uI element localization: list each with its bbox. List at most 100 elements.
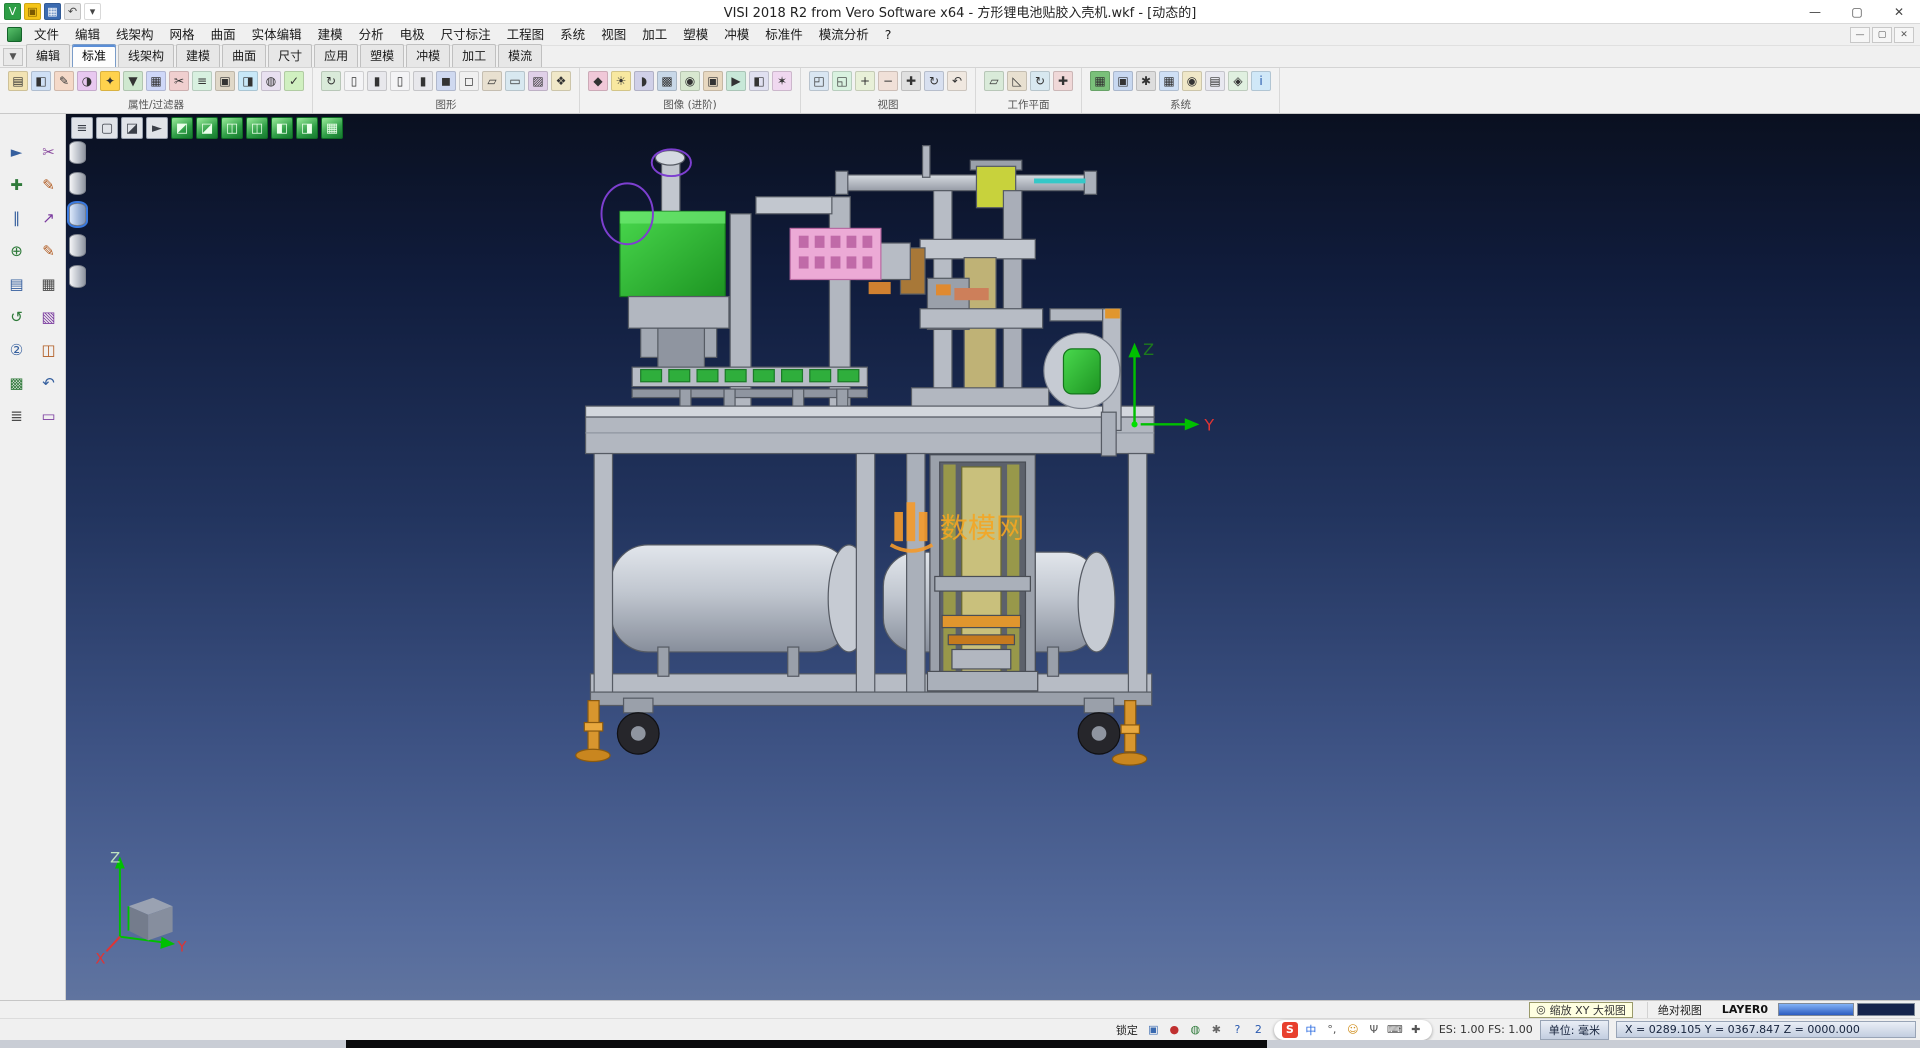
filter-surfaces-icon[interactable] xyxy=(69,172,86,195)
mirror-icon[interactable]: ◫ xyxy=(37,338,61,362)
close-button[interactable]: ✕ xyxy=(1878,0,1920,23)
pattern-icon[interactable]: ▩ xyxy=(5,371,29,395)
mesh-icon[interactable]: ▦ xyxy=(37,272,61,296)
filter-solids-icon[interactable] xyxy=(69,141,86,164)
select-arrow-icon[interactable]: ► xyxy=(5,140,29,164)
app-logo-icon[interactable]: V xyxy=(4,3,21,20)
ime-mic-icon[interactable]: Ψ xyxy=(1366,1022,1382,1038)
render-page-icon[interactable]: ▭ xyxy=(505,71,525,91)
tab-edit[interactable]: 编辑 xyxy=(26,44,70,67)
ime-lang-icon[interactable]: 中 xyxy=(1303,1022,1319,1038)
tab-moldflow[interactable]: 模流 xyxy=(498,44,542,67)
tab-mold[interactable]: 塑模 xyxy=(360,44,404,67)
extend-icon[interactable]: ↗ xyxy=(37,206,61,230)
menu-modeling[interactable]: 建模 xyxy=(310,24,351,45)
undo-icon[interactable]: ↶ xyxy=(64,3,81,20)
undo-arrow-icon[interactable]: ↶ xyxy=(37,371,61,395)
menu-help[interactable]: ? xyxy=(877,24,900,45)
filter-all-icon[interactable] xyxy=(69,265,86,288)
trim-filter-icon[interactable]: ✂ xyxy=(169,71,189,91)
light-icon[interactable]: ☀ xyxy=(611,71,631,91)
layers-icon[interactable]: ≣ xyxy=(5,404,29,428)
layer-filter-icon[interactable]: ≡ xyxy=(192,71,212,91)
mdi-restore-button[interactable]: ▢ xyxy=(1872,27,1892,43)
units-readout[interactable]: 单位: 毫米 xyxy=(1540,1020,1609,1040)
wireframe-icon[interactable]: ◻ xyxy=(459,71,479,91)
color-palette-icon[interactable]: ▦ xyxy=(1090,71,1110,91)
menu-mold[interactable]: 塑模 xyxy=(675,24,716,45)
shadow-icon[interactable]: ◗ xyxy=(634,71,654,91)
view-iso-back-icon[interactable]: ◪ xyxy=(196,117,218,139)
advanced-render-icon[interactable]: ✶ xyxy=(772,71,792,91)
cylinder-wire-icon[interactable]: ▯ xyxy=(344,71,364,91)
filter-wireframe-icon[interactable] xyxy=(69,203,86,226)
save-file-icon[interactable]: ▦ xyxy=(44,3,61,20)
hatch-icon[interactable]: ▧ xyxy=(37,305,61,329)
menu-edit[interactable]: 编辑 xyxy=(67,24,108,45)
view-wireframe-icon[interactable]: ▢ xyxy=(96,117,118,139)
maximize-button[interactable]: ▢ xyxy=(1836,0,1878,23)
sogou-logo-icon[interactable]: S xyxy=(1282,1022,1298,1038)
menu-standard-parts[interactable]: 标准件 xyxy=(757,24,811,45)
edit-attributes-icon[interactable]: ✎ xyxy=(54,71,74,91)
cad-model-canvas[interactable]: Z Y 数模网 Z xyxy=(66,114,1920,1000)
tab-application[interactable]: 应用 xyxy=(314,44,358,67)
cylinder-shaded-icon[interactable]: ▮ xyxy=(367,71,387,91)
settings-status-icon[interactable]: ✱ xyxy=(1208,1021,1225,1038)
workplane-icon[interactable]: ▱ xyxy=(984,71,1004,91)
menu-dimension[interactable]: 尺寸标注 xyxy=(433,24,499,45)
tab-surface[interactable]: 曲面 xyxy=(222,44,266,67)
zoom-all-icon[interactable]: ◱ xyxy=(832,71,852,91)
menu-solid-edit[interactable]: 实体编辑 xyxy=(244,24,310,45)
pan-icon[interactable]: ✚ xyxy=(901,71,921,91)
zoom-out-icon[interactable]: − xyxy=(878,71,898,91)
view-iso-front-icon[interactable]: ◩ xyxy=(171,117,193,139)
ime-emoji-icon[interactable]: ☺ xyxy=(1345,1022,1361,1038)
filter-points-icon[interactable] xyxy=(69,234,86,257)
tab-overflow-button[interactable]: ▼ xyxy=(3,48,23,66)
camera-icon[interactable]: ◉ xyxy=(680,71,700,91)
view-list-icon[interactable]: ≡ xyxy=(71,117,93,139)
list-info-icon[interactable]: ▤ xyxy=(5,272,29,296)
active-layer-label[interactable]: LAYER0 xyxy=(1712,1003,1778,1016)
rotate-icon[interactable]: ↺ xyxy=(5,305,29,329)
snapshot-icon[interactable]: ▣ xyxy=(703,71,723,91)
animate-icon[interactable]: ▶ xyxy=(726,71,746,91)
view-reference-label[interactable]: 绝对视图 xyxy=(1647,1002,1712,1018)
background-color-swatch[interactable] xyxy=(1857,1003,1915,1016)
qat-dropdown-icon[interactable]: ▾ xyxy=(84,3,101,20)
session-count-badge[interactable]: 2 xyxy=(1250,1021,1267,1038)
record-icon[interactable]: ● xyxy=(1166,1021,1183,1038)
view-left-icon[interactable]: ◧ xyxy=(271,117,293,139)
layer-color-swatch[interactable] xyxy=(1778,1003,1854,1016)
cylinder-hidden-icon[interactable]: ▯ xyxy=(390,71,410,91)
view-dynamic-icon[interactable]: ► xyxy=(146,117,168,139)
lock-toggle[interactable]: 锁定 xyxy=(1116,1022,1138,1038)
shading-icon[interactable]: ◼ xyxy=(436,71,456,91)
menu-system[interactable]: 系统 xyxy=(552,24,593,45)
menu-view[interactable]: 视图 xyxy=(593,24,634,45)
page-setup-icon[interactable]: ▱ xyxy=(482,71,502,91)
help-status-icon[interactable]: ? xyxy=(1229,1021,1246,1038)
tab-standard[interactable]: 标准 xyxy=(72,44,116,67)
menu-surface[interactable]: 曲面 xyxy=(203,24,244,45)
material-icon[interactable]: ◆ xyxy=(588,71,608,91)
color-icon[interactable]: ◑ xyxy=(77,71,97,91)
group-icon[interactable]: ▣ xyxy=(215,71,235,91)
snap-icon[interactable]: ◉ xyxy=(1182,71,1202,91)
calculator-icon[interactable]: ▤ xyxy=(1205,71,1225,91)
menu-machining[interactable]: 加工 xyxy=(634,24,675,45)
workplane-reset-icon[interactable]: ✚ xyxy=(1053,71,1073,91)
view-bottom-icon[interactable]: ◫ xyxy=(246,117,268,139)
workplane-rotate-icon[interactable]: ↻ xyxy=(1030,71,1050,91)
menu-mesh[interactable]: 网格 xyxy=(162,24,203,45)
settings-icon[interactable]: ✱ xyxy=(1136,71,1156,91)
element-filter-icon[interactable]: ▦ xyxy=(146,71,166,91)
parallel-icon[interactable]: ∥ xyxy=(5,206,29,230)
ime-toolbox-icon[interactable]: ✚ xyxy=(1408,1022,1424,1038)
background-icon[interactable]: ▩ xyxy=(657,71,677,91)
texture-icon[interactable]: ▨ xyxy=(528,71,548,91)
view-right-icon[interactable]: ◨ xyxy=(296,117,318,139)
tab-die[interactable]: 冲模 xyxy=(406,44,450,67)
menu-die[interactable]: 冲模 xyxy=(716,24,757,45)
